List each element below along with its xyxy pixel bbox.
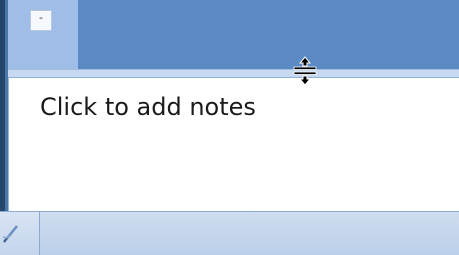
row-resize-cursor-icon [293,56,317,86]
powerpoint-window: - Click to add notes [0,0,459,255]
notes-placeholder[interactable]: Click to add notes [40,93,256,121]
pen-icon [2,225,18,243]
slide-pane[interactable]: - [8,0,459,69]
window-left-border [0,0,8,211]
collapse-button[interactable]: - [30,10,52,31]
notes-pane[interactable]: Click to add notes [8,78,459,211]
status-bar [0,211,459,255]
pane-splitter[interactable] [8,69,459,78]
collapse-icon: - [39,11,43,24]
status-tab[interactable] [0,212,40,255]
